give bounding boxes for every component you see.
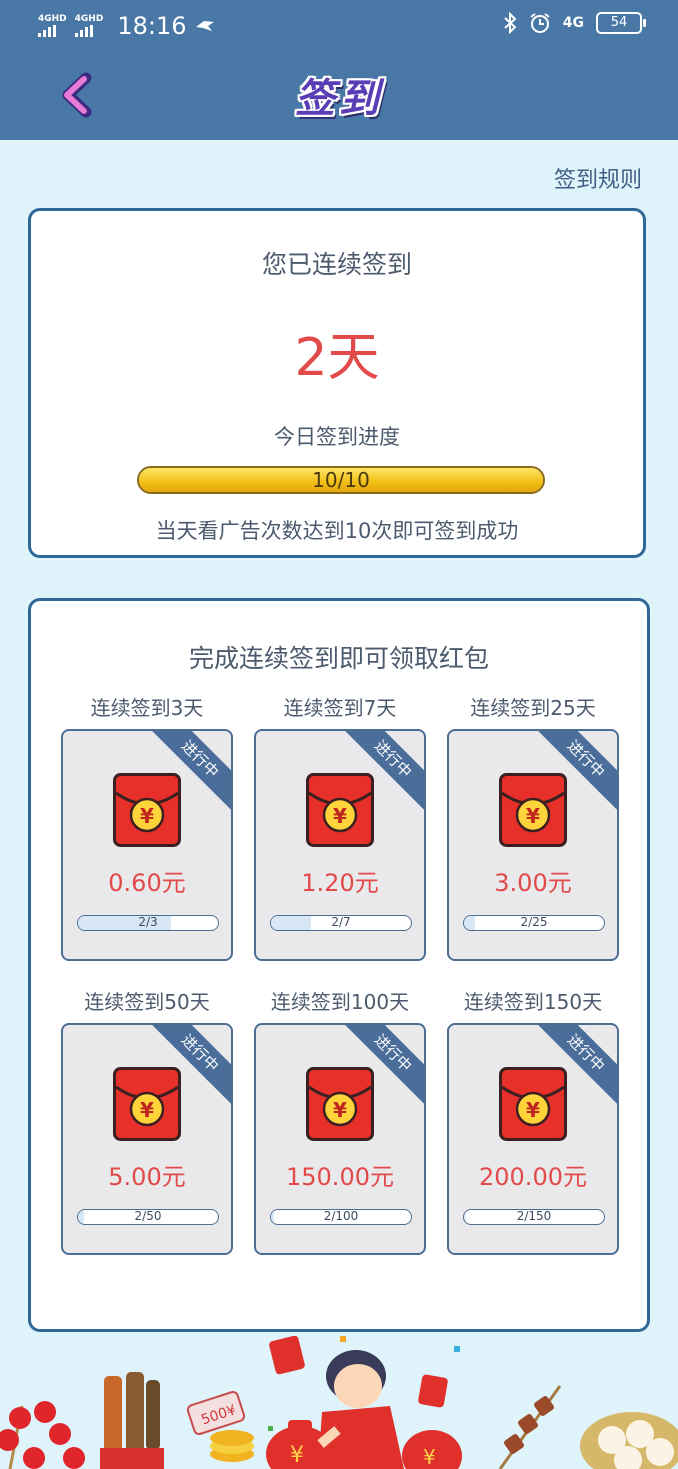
signal-label: 4GHD [38, 14, 67, 24]
sign-in-rules-link[interactable]: 签到规则 [554, 162, 642, 194]
reward-label: 连续签到7天 [283, 696, 397, 720]
streak-card: 您已连续签到 2天 今日签到进度 10/10 当天看广告次数达到10次即可签到成… [28, 208, 646, 558]
signal-icon: 4GHD [38, 15, 67, 37]
status-time: 18:16 [117, 12, 187, 40]
currency-symbol: ¥ [140, 1098, 154, 1122]
cartoon-boy-image [317, 1350, 404, 1469]
reward-progress-bar: 2/150 [463, 1209, 605, 1225]
reward-progress-fill [271, 916, 312, 930]
reward-label: 连续签到100天 [270, 990, 410, 1014]
currency-symbol: ¥ [526, 1098, 540, 1122]
reward-progress-fill [271, 1210, 274, 1224]
reward-progress-bar: 2/3 [77, 915, 219, 931]
page-title: 签到 [295, 76, 383, 122]
reward-tile[interactable]: 连续签到50天 进行中 ¥5.00元 2/50 [59, 987, 235, 1255]
today-progress-label: 今日签到进度 [274, 425, 400, 449]
network-label: 4G [562, 15, 584, 31]
red-envelope-icon: ¥ [113, 1067, 181, 1141]
gold-coins-image [210, 1430, 254, 1462]
reward-tile[interactable]: 连续签到150天 进行中 ¥200.00元 2/150 [445, 987, 621, 1255]
dumplings-image [580, 1412, 678, 1469]
reward-tile[interactable]: 连续签到7天 进行中 ¥1.20元 2/7 [252, 693, 428, 961]
reward-card[interactable]: 进行中 ¥1.20元 2/7 [254, 729, 426, 961]
reward-progress-bar: 2/100 [270, 1209, 412, 1225]
currency-symbol: ¥ [333, 1098, 347, 1122]
currency-symbol: ¥ [290, 1443, 304, 1468]
reward-progress-bar: 2/50 [77, 1209, 219, 1225]
streak-days: 2天 [294, 328, 380, 388]
reward-amount: 0.60元 [108, 869, 186, 897]
meat-skewer-image [498, 1385, 562, 1469]
red-envelope-icon: ¥ [499, 773, 567, 847]
reward-card[interactable]: 进行中 ¥150.00元 2/100 [254, 1023, 426, 1255]
reward-label: 连续签到50天 [84, 990, 210, 1014]
reward-label: 连续签到3天 [90, 696, 204, 720]
reward-tile[interactable]: 连续签到3天 进行中 ¥0.60元 2/3 [59, 693, 235, 961]
reward-amount: 1.20元 [301, 869, 379, 897]
reward-progress-fill [464, 1210, 466, 1224]
currency-symbol: ¥ [140, 804, 154, 828]
red-envelope-icon: ¥ [306, 773, 374, 847]
red-envelope-image [418, 1374, 448, 1408]
alarm-icon [530, 13, 550, 33]
candied-haws-image [0, 1401, 85, 1469]
coupon-badge: 500¥ [186, 1391, 246, 1435]
rewards-title: 完成连续签到即可领取红包 [188, 644, 489, 673]
today-progress-bar: 10/10 [137, 466, 545, 494]
reward-card[interactable]: 进行中 ¥3.00元 2/25 [447, 729, 619, 961]
currency-symbol: ¥ [333, 804, 347, 828]
signal-label: 4GHD [74, 14, 104, 24]
reward-label: 连续签到150天 [463, 990, 603, 1014]
reward-progress-fill [464, 916, 476, 930]
app-header: 签到 [0, 52, 678, 140]
reward-amount: 150.00元 [286, 1163, 394, 1191]
reward-progress-text: 2/100 [323, 1209, 359, 1223]
reward-tile[interactable]: 连续签到100天 进行中 ¥150.00元 2/100 [252, 987, 428, 1255]
reward-progress-text: 2/25 [520, 915, 548, 929]
currency-symbol: ¥ [526, 804, 540, 828]
sign-in-hint: 当天看广告次数达到10次即可签到成功 [155, 519, 519, 543]
skewer-image [100, 1372, 164, 1469]
red-envelope-image [269, 1336, 305, 1375]
progress-text: 10/10 [312, 468, 370, 492]
reward-progress-text: 2/150 [516, 1209, 552, 1223]
battery-icon: 54 [596, 12, 646, 34]
battery-level: 54 [610, 15, 628, 30]
reward-amount: 5.00元 [108, 1163, 186, 1191]
signal-icon: 4GHD [74, 14, 104, 37]
reward-card[interactable]: 进行中 ¥0.60元 2/3 [61, 729, 233, 961]
reward-progress-bar: 2/25 [463, 915, 605, 931]
reward-progress-fill [78, 1210, 84, 1224]
reward-amount: 200.00元 [479, 1163, 587, 1191]
red-envelope-icon: ¥ [306, 1067, 374, 1141]
rewards-card: 完成连续签到即可领取红包 连续签到3天 进行中 ¥0.60元 2/3 连续签到7天 进行中… [28, 598, 650, 1332]
streak-label: 您已连续签到 [261, 250, 412, 279]
reward-progress-text: 2/50 [134, 1209, 162, 1223]
reward-progress-bar: 2/7 [270, 915, 412, 931]
reward-card[interactable]: 进行中 ¥5.00元 2/50 [61, 1023, 233, 1255]
reward-label: 连续签到25天 [470, 696, 596, 720]
red-envelope-icon: ¥ [113, 773, 181, 847]
festival-decoration: 500¥ ¥ ¥ [0, 1336, 678, 1469]
notification-icon [196, 21, 215, 31]
red-envelope-icon: ¥ [499, 1067, 567, 1141]
reward-amount: 3.00元 [494, 869, 572, 897]
currency-symbol: ¥ [423, 1445, 436, 1469]
status-bar: 4GHD 4GHD 18:16 4G 54 [0, 0, 678, 52]
reward-card[interactable]: 进行中 ¥200.00元 2/150 [447, 1023, 619, 1255]
money-bag-image: ¥ [402, 1430, 462, 1469]
reward-progress-text: 2/7 [331, 915, 351, 929]
bluetooth-icon [504, 12, 517, 34]
reward-tile[interactable]: 连续签到25天 进行中 ¥3.00元 2/25 [445, 693, 621, 961]
reward-progress-text: 2/3 [138, 915, 158, 929]
